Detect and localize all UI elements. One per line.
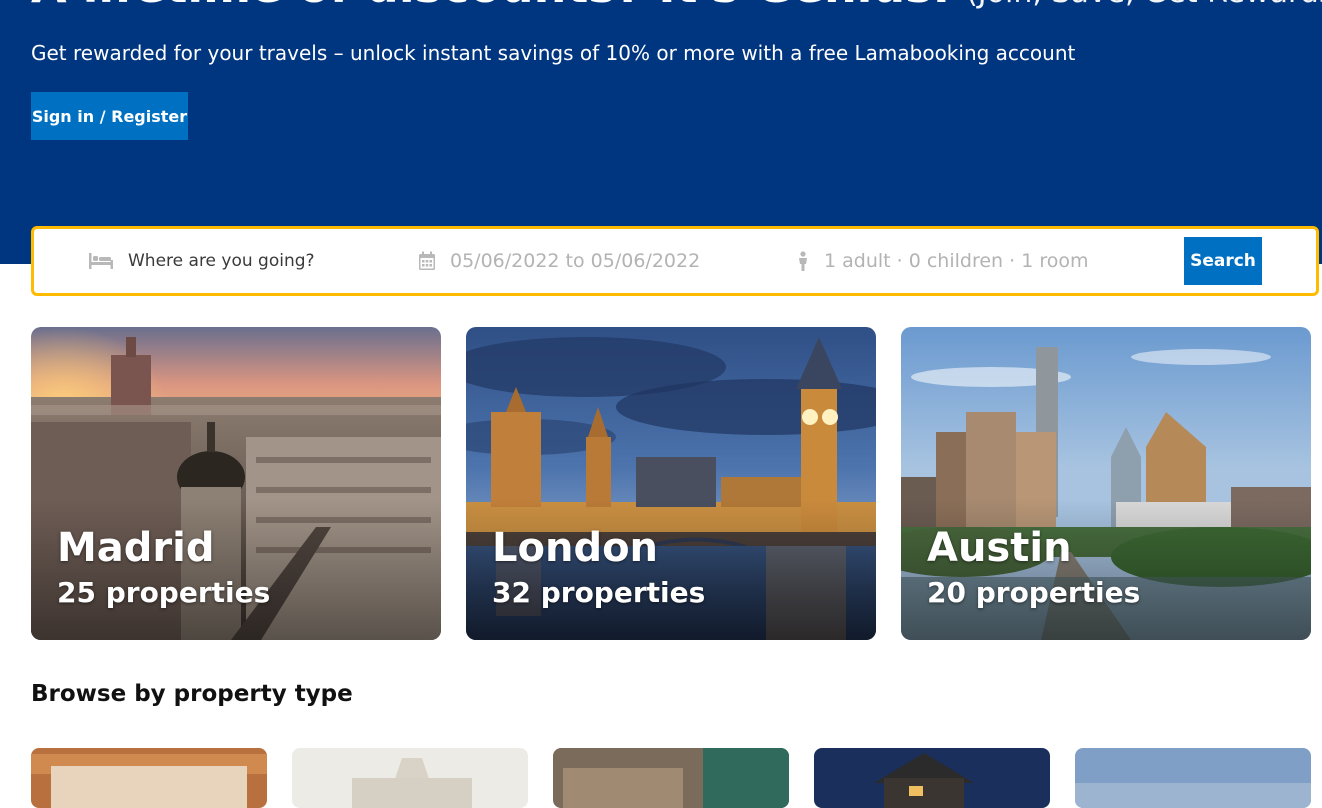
search-bar: 05/06/2022 to 05/06/2022 1 adult · 0 chi…: [31, 226, 1319, 296]
london-card-text: London 32 properties: [492, 523, 705, 611]
property-type-image: [31, 748, 267, 808]
header-description: Get rewarded for your travels – unlock i…: [31, 41, 1076, 65]
featured-card-madrid[interactable]: Madrid 25 properties: [31, 327, 441, 640]
bed-icon: [89, 253, 113, 269]
property-type-card[interactable]: [1075, 748, 1311, 808]
calendar-icon: [419, 251, 435, 270]
madrid-card-text: Madrid 25 properties: [57, 523, 270, 611]
property-type-section-title: Browse by property type: [31, 681, 353, 707]
property-type-card[interactable]: [31, 748, 267, 808]
date-picker[interactable]: 05/06/2022 to 05/06/2022: [418, 229, 700, 293]
header-title-text: A lifetime of discounts? It's Genius.: [31, 0, 950, 13]
header-title-suffix: (Join, Save, Get Rewards): [966, 0, 1322, 10]
property-type-card[interactable]: [553, 748, 789, 808]
guest-selector[interactable]: 1 adult · 0 children · 1 room: [796, 229, 1088, 293]
guests-text: 1 adult · 0 children · 1 room: [824, 250, 1089, 272]
featured-card-london[interactable]: London 32 properties: [466, 327, 876, 640]
destination-search-item[interactable]: [88, 229, 358, 293]
person-icon: [799, 251, 807, 271]
card-city-name: London: [492, 525, 659, 571]
property-type-image: [292, 748, 528, 808]
sign-in-register-button[interactable]: Sign in / Register: [31, 92, 188, 140]
card-property-count: 20 properties: [927, 576, 1141, 609]
search-button[interactable]: Search: [1184, 237, 1262, 285]
card-property-count: 25 properties: [57, 576, 271, 609]
destination-input[interactable]: [128, 251, 358, 271]
featured-card-austin[interactable]: Austin 20 properties: [901, 327, 1311, 640]
date-range-text: 05/06/2022 to 05/06/2022: [450, 250, 701, 272]
property-type-card[interactable]: [292, 748, 528, 808]
property-type-image: [553, 748, 789, 808]
header-title: A lifetime of discounts? It's Genius. (J…: [31, 0, 1322, 21]
property-type-image: [814, 748, 1050, 808]
card-property-count: 32 properties: [492, 576, 706, 609]
austin-card-text: Austin 20 properties: [927, 523, 1140, 611]
property-type-image: [1075, 748, 1311, 808]
card-city-name: Madrid: [57, 525, 215, 571]
card-city-name: Austin: [927, 525, 1072, 571]
property-type-card[interactable]: [814, 748, 1050, 808]
header-banner: A lifetime of discounts? It's Genius. (J…: [0, 0, 1322, 264]
